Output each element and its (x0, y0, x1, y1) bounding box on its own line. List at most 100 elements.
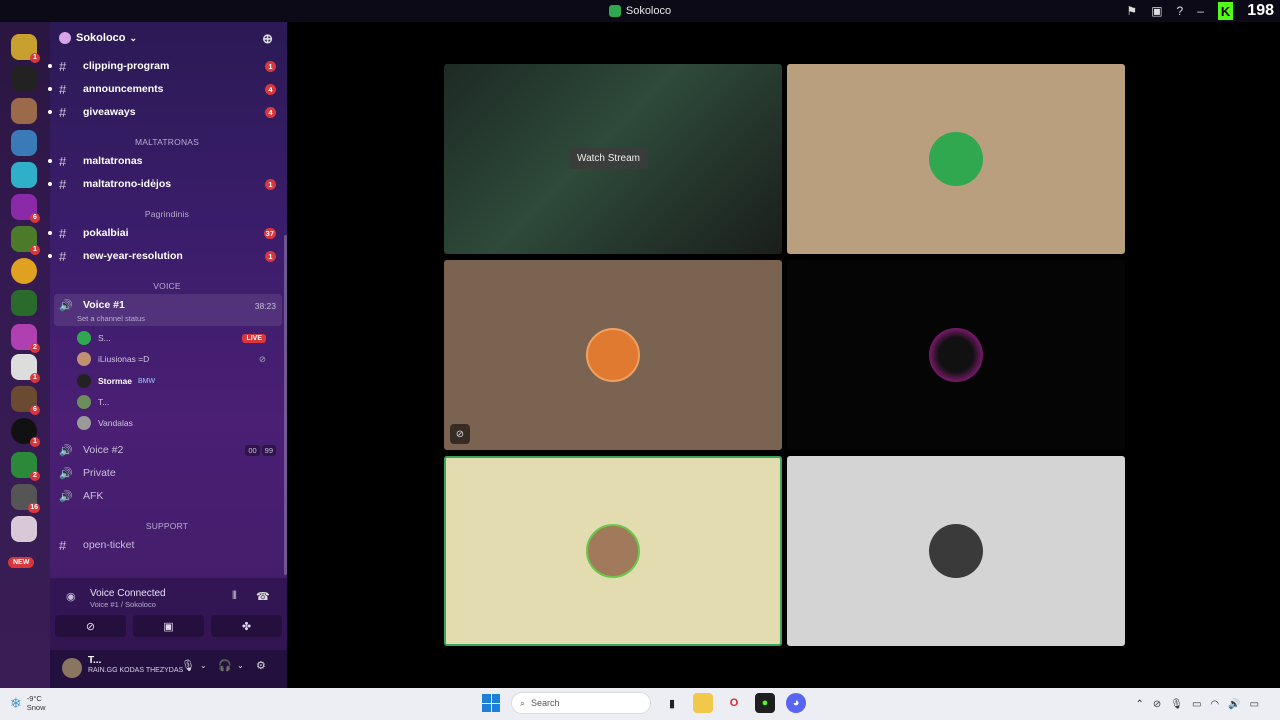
clock[interactable] (1268, 696, 1270, 712)
server-icon[interactable]: 1 (11, 34, 40, 63)
volume-icon[interactable]: 🔊 (1228, 699, 1240, 710)
server-icon[interactable] (11, 98, 37, 124)
microphone-icon[interactable]: 🎙 (1170, 699, 1183, 710)
participant-tile[interactable] (787, 260, 1125, 450)
opera-icon[interactable]: O (724, 693, 744, 713)
title-bar: Sokoloco ⚑ ▣ ? – K 198 (0, 0, 1280, 22)
live-badge: LIVE (242, 333, 266, 343)
activities-button[interactable]: ✤ (211, 615, 282, 637)
channel-clipping-program[interactable]: # clipping-program 1 (48, 56, 287, 76)
weather-widget[interactable]: ❄ -9°C Snow (10, 694, 46, 712)
server-icon[interactable] (11, 162, 37, 188)
chevron-down-icon[interactable]: ⌄ (200, 661, 207, 670)
voice-channel-afk[interactable]: 🔊 AFK (50, 486, 287, 506)
channel-maltatronas[interactable]: # maltatronas (48, 151, 287, 171)
server-icon[interactable]: 1 (11, 418, 40, 447)
help-icon[interactable]: ? (1177, 4, 1184, 18)
voice-member[interactable]: S... LIVE (77, 329, 277, 347)
server-icon[interactable] (11, 516, 37, 542)
unread-badge: 1 (265, 178, 276, 190)
new-badge[interactable]: NEW (8, 557, 35, 568)
server-icon[interactable]: 2 (11, 324, 40, 353)
invite-icon[interactable]: ⊕ (262, 31, 273, 47)
participant-tile[interactable]: ⊘ (444, 260, 782, 450)
participant-tile[interactable] (787, 456, 1125, 646)
voice-member[interactable]: Stormae BMW (77, 372, 277, 390)
server-icon[interactable]: 2 (11, 452, 40, 481)
signal-icon[interactable]: ◉ (66, 590, 76, 603)
wifi-icon[interactable]: ◠ (1210, 699, 1219, 710)
hash-icon: # (59, 58, 67, 74)
noise-suppression-icon[interactable]: ⦀ (232, 590, 237, 603)
category-maltatronas[interactable]: MALTATRONAS (62, 135, 272, 149)
voice-connected-sub[interactable]: Voice #1 / Sokoloco (90, 600, 156, 609)
app-icon[interactable]: ● (755, 693, 775, 713)
avatar (77, 395, 91, 409)
server-header[interactable]: Sokoloco ⌄ ⊕ (50, 22, 287, 54)
minimize-icon[interactable]: – (1197, 4, 1204, 18)
hash-icon: # (59, 176, 67, 192)
avatar (77, 374, 91, 388)
headphones-icon[interactable]: 🎧 (218, 659, 232, 672)
server-icon[interactable]: 1 (11, 226, 40, 255)
unread-badge: 4 (265, 106, 276, 118)
server-icon[interactable] (11, 258, 37, 284)
voice-duration: 38:23 (254, 301, 276, 311)
display-icon[interactable]: ▭ (1192, 699, 1201, 710)
chevron-down-icon[interactable]: ⌄ (237, 661, 244, 670)
hash-icon: # (59, 225, 67, 241)
server-icon[interactable]: 1 (11, 354, 40, 383)
participant-tile-speaking[interactable] (444, 456, 782, 646)
channel-new-year-resolution[interactable]: # new-year-resolution 1 (48, 246, 287, 266)
category-support[interactable]: SUPPORT (62, 519, 272, 533)
stream-tile[interactable]: Watch Stream (444, 64, 782, 254)
participant-tile[interactable] (787, 64, 1125, 254)
voice-member[interactable]: T... (77, 393, 277, 411)
microphone-icon[interactable]: 🎙 (181, 659, 195, 672)
settings-gear-icon[interactable]: ⚙ (256, 659, 266, 672)
user-avatar[interactable] (62, 658, 82, 678)
channel-status[interactable]: Set a channel status (77, 314, 145, 323)
windows-taskbar: ❄ -9°C Snow ⌕ Search ▮ O ● ◕ ⌃ ⊘ 🎙 ▭ ◠ 🔊 … (0, 688, 1280, 720)
task-view-icon[interactable]: ▮ (662, 693, 682, 713)
battery-icon[interactable]: ▭ (1250, 699, 1259, 710)
voice-member[interactable]: iLiusionas =D ⊘ (77, 350, 277, 368)
server-icon[interactable] (11, 130, 37, 156)
voice-member[interactable]: Vandalas (77, 414, 277, 432)
camera-toggle-button[interactable]: ⊘ (55, 615, 126, 637)
muted-icon: ⊘ (450, 424, 470, 444)
chevron-up-icon[interactable]: ⌃ (1135, 699, 1143, 710)
chevron-down-icon: ⌄ (129, 32, 138, 43)
voice-user-limit: 00 99 (245, 445, 276, 456)
viewer-count: 198 (1247, 2, 1274, 19)
channel-announcements[interactable]: # announcements 4 (48, 79, 287, 99)
category-pagrindinis[interactable]: Pagrindinis (62, 207, 272, 221)
taskbar-search[interactable]: ⌕ Search (511, 692, 651, 714)
voice-stage: Watch Stream ⊘ (287, 22, 1280, 688)
windows-start-icon[interactable] (482, 694, 500, 712)
channel-pokalbiai[interactable]: # pokalbiai 37 (48, 223, 287, 243)
disconnect-icon[interactable]: ☎ (256, 590, 270, 603)
file-explorer-icon[interactable] (693, 693, 713, 713)
watch-stream-button[interactable]: Watch Stream (569, 148, 648, 169)
server-icon[interactable]: 6 (11, 386, 40, 415)
screen-share-button[interactable]: ▣ (133, 615, 204, 637)
network-off-icon[interactable]: ⊘ (1153, 699, 1161, 710)
screen-share-icon: ▣ (163, 620, 174, 633)
channel-giveaways[interactable]: # giveaways 4 (48, 102, 287, 122)
category-voice[interactable]: VOICE (62, 279, 272, 293)
server-icon[interactable]: 16 (11, 484, 40, 513)
voice-channel-1[interactable]: 🔊 Voice #1 (50, 295, 287, 315)
server-rail: 1 6 1 2 1 6 1 2 16 NEW (0, 22, 50, 688)
screen-icon[interactable]: ▣ (1151, 4, 1162, 18)
channel-maltatrono-idejos[interactable]: # maltatrono-idėjos 1 (48, 174, 287, 194)
server-icon[interactable] (11, 66, 37, 92)
voice-channel-private[interactable]: 🔊 Private (50, 463, 287, 483)
flag-icon[interactable]: ⚑ (1126, 4, 1137, 18)
server-name: Sokoloco (76, 32, 126, 44)
channel-open-ticket[interactable]: # open-ticket (50, 535, 287, 555)
avatar (586, 328, 640, 382)
server-icon[interactable]: 6 (11, 194, 40, 223)
discord-icon[interactable]: ◕ (786, 693, 806, 713)
server-icon[interactable] (11, 290, 37, 316)
